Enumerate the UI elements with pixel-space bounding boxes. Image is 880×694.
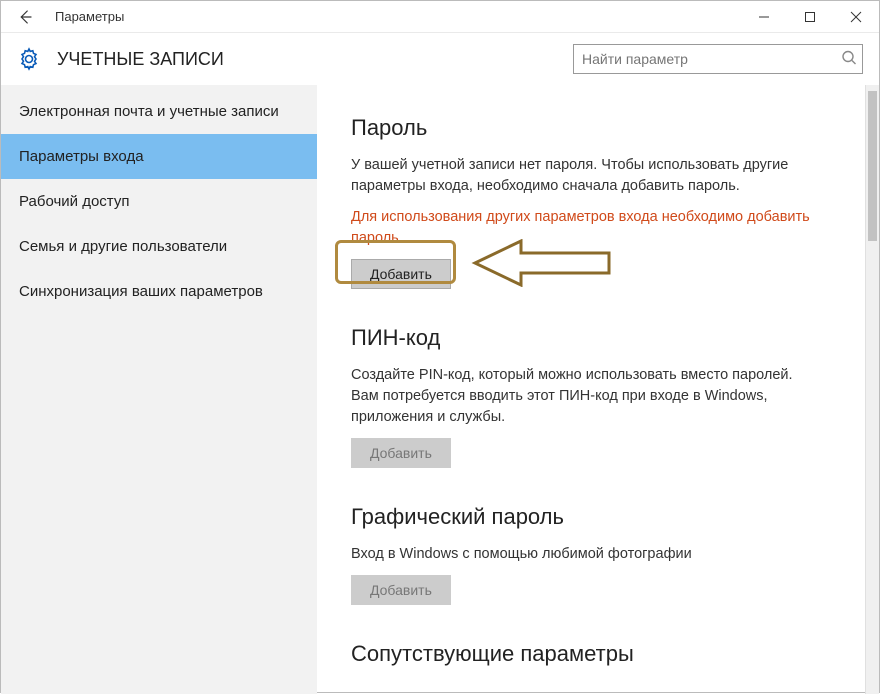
close-button[interactable] [833,1,879,33]
page-title: УЧЕТНЫЕ ЗАПИСИ [57,49,224,70]
sidebar-item-email[interactable]: Электронная почта и учетные записи [1,89,317,134]
minimize-button[interactable] [741,1,787,33]
search-input[interactable] [573,44,863,74]
heading-pin: ПИН-код [351,325,855,351]
scrollbar[interactable] [865,85,879,694]
section-picture-password: Графический пароль Вход в Windows с помо… [351,504,855,605]
heading-picture-password: Графический пароль [351,504,855,530]
section-password: Пароль У вашей учетной записи нет пароля… [351,115,855,289]
window-title: Параметры [49,9,124,24]
minimize-icon [758,11,770,23]
sidebar-item-family[interactable]: Семья и другие пользователи [1,224,317,269]
add-picture-password-button: Добавить [351,575,451,605]
sidebar-item-label: Синхронизация ваших параметров [19,283,263,300]
window-controls [741,1,879,33]
add-password-button[interactable]: Добавить [351,259,451,289]
titlebar: Параметры [1,1,879,33]
search-wrap [573,44,863,74]
heading-password: Пароль [351,115,855,141]
subheader: УЧЕТНЫЕ ЗАПИСИ [1,33,879,85]
maximize-button[interactable] [787,1,833,33]
sidebar-item-label: Электронная почта и учетные записи [19,103,279,120]
maximize-icon [804,11,816,23]
body: Электронная почта и учетные записи Парам… [1,85,879,694]
desc-picture-password: Вход в Windows с помощью любимой фотогра… [351,544,821,565]
back-button[interactable] [1,1,49,33]
warning-password: Для использования других параметров вход… [351,207,831,249]
scrollbar-thumb[interactable] [868,91,877,241]
arrow-left-icon [16,8,34,26]
sidebar-item-label: Параметры входа [19,148,144,165]
sidebar-item-label: Рабочий доступ [19,193,129,210]
sidebar-item-signin-options[interactable]: Параметры входа [1,134,317,179]
close-icon [850,11,862,23]
search-icon [841,50,857,69]
desc-password: У вашей учетной записи нет пароля. Чтобы… [351,155,821,197]
sidebar-item-work-access[interactable]: Рабочий доступ [1,179,317,224]
gear-icon [17,47,41,71]
content: Пароль У вашей учетной записи нет пароля… [317,85,879,694]
sidebar-item-sync[interactable]: Синхронизация ваших параметров [1,269,317,314]
sidebar: Электронная почта и учетные записи Парам… [1,85,317,694]
sidebar-item-label: Семья и другие пользователи [19,238,227,255]
add-pin-button: Добавить [351,438,451,468]
desc-pin: Создайте PIN-код, который можно использо… [351,365,821,428]
section-related: Сопутствующие параметры [351,641,855,669]
heading-related: Сопутствующие параметры [351,641,855,667]
section-pin: ПИН-код Создайте PIN-код, который можно … [351,325,855,468]
